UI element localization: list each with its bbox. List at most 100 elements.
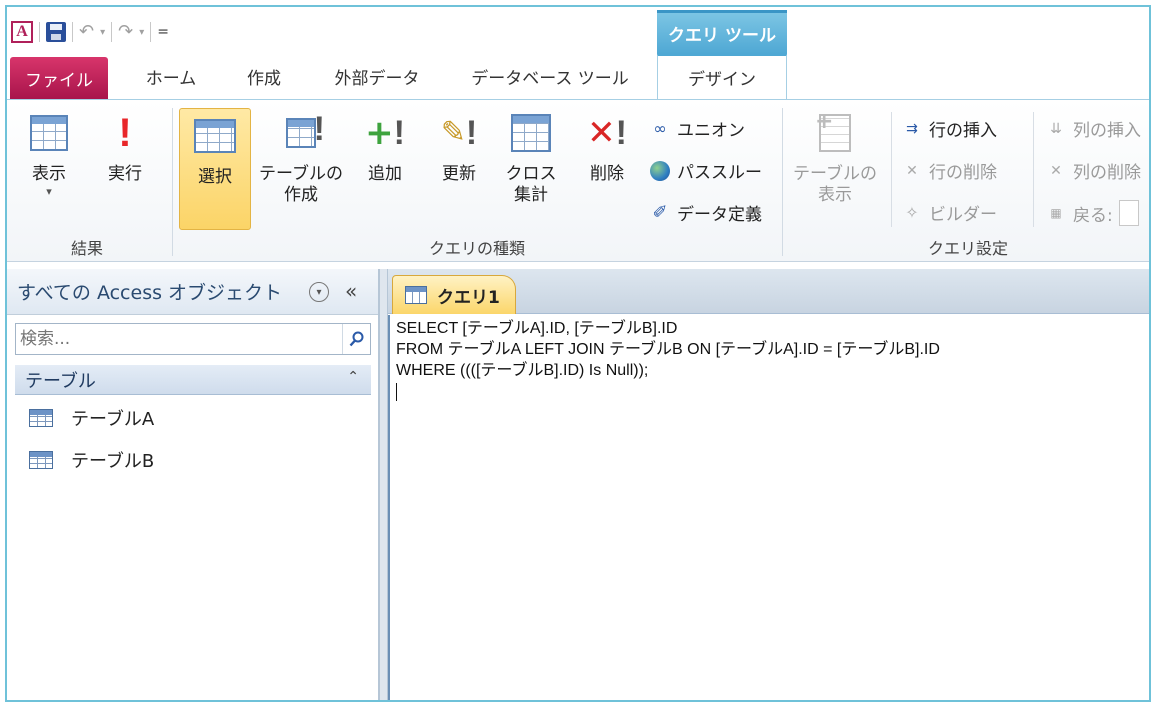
document-area: クエリ1 SELECT [テーブルA].ID, [テーブルB].ID FROM … xyxy=(388,269,1149,700)
query-icon xyxy=(405,286,427,304)
category-label: テーブル xyxy=(25,370,96,392)
append-plus-icon: + xyxy=(365,112,394,153)
tab-design[interactable]: デザイン xyxy=(657,54,787,99)
insert-columns-icon: ⇊ xyxy=(1050,120,1062,137)
make-table-button[interactable]: ! テーブルの 作成 xyxy=(255,108,347,207)
union-icon: ∞ xyxy=(653,119,667,138)
navigation-pane: すべての Access オブジェクト ▾ « テーブル ⌃ テーブルA テーブル… xyxy=(7,269,379,700)
show-table-label-2: 表示 xyxy=(818,185,852,206)
return-control[interactable]: ▦ 戻る: xyxy=(1045,200,1139,226)
nav-pane-header[interactable]: すべての Access オブジェクト ▾ « xyxy=(7,269,378,315)
view-dropdown-icon: ▾ xyxy=(46,185,52,199)
table-icon xyxy=(29,451,53,469)
delete-rows-icon: ✕ xyxy=(906,162,918,179)
crosstab-label-1: クロス xyxy=(505,164,557,184)
group-label-query-setup: クエリ設定 xyxy=(927,239,1008,258)
ribbon: 表示 ▾ ! 実行 結果 選択 ! テーブルの 作成 + ! 追加 ✎ ! 更新… xyxy=(7,99,1149,262)
union-label: ユニオン xyxy=(677,121,745,141)
setup-separator xyxy=(891,112,892,227)
make-table-label-2: 作成 xyxy=(284,185,318,206)
insert-columns-label: 列の挿入 xyxy=(1073,121,1141,141)
group-query-setup: + テーブルの 表示 ⇉ 行の挿入 ✕ 行の削除 ✧ ビルダー ⇊ 列の挿入 ✕… xyxy=(783,100,1149,262)
search-icon[interactable] xyxy=(342,324,370,354)
pane-splitter[interactable] xyxy=(379,269,388,700)
query-tools-context-header: クエリ ツール xyxy=(657,10,787,54)
passthrough-button[interactable]: パススルー xyxy=(649,158,762,183)
insert-rows-icon: ⇉ xyxy=(906,120,918,137)
delete-query-button[interactable]: ✕ ! 削除 xyxy=(575,108,639,185)
nav-item-table-a[interactable]: テーブルA xyxy=(29,403,154,433)
data-definition-icon: ✐ xyxy=(652,202,668,223)
tab-file[interactable]: ファイル xyxy=(10,57,108,99)
delete-rows-button[interactable]: ✕ 行の削除 xyxy=(901,158,997,184)
append-button[interactable]: + ! 追加 xyxy=(353,108,417,185)
passthrough-label: パススルー xyxy=(677,163,762,183)
sql-line: SELECT [テーブルA].ID, [テーブルB].ID xyxy=(396,320,678,337)
redo-icon[interactable]: ↷ xyxy=(118,23,133,41)
group-label-results: 結果 xyxy=(70,239,103,258)
delete-rows-label: 行の削除 xyxy=(929,163,997,183)
insert-rows-label: 行の挿入 xyxy=(929,121,997,141)
delete-label: 削除 xyxy=(590,164,624,184)
union-button[interactable]: ∞ ユニオン xyxy=(649,116,745,141)
sql-line: FROM テーブルA LEFT JOIN テーブルB ON [テーブルA].ID… xyxy=(396,341,940,358)
tab-home[interactable]: ホーム xyxy=(125,54,217,99)
group-results: 表示 ▾ ! 実行 結果 xyxy=(7,100,167,262)
undo-icon[interactable]: ↶ xyxy=(79,23,94,41)
crosstab-icon xyxy=(511,114,551,152)
insert-rows-button[interactable]: ⇉ 行の挿入 xyxy=(901,116,997,142)
insert-columns-button[interactable]: ⇊ 列の挿入 xyxy=(1045,116,1141,142)
tab-database-tools[interactable]: データベース ツール xyxy=(452,54,648,99)
nav-menu-icon[interactable]: ▾ xyxy=(309,282,329,302)
nav-search-box xyxy=(15,323,371,355)
qat-separator xyxy=(111,22,113,42)
builder-wand-icon: ✧ xyxy=(905,203,919,222)
customize-qat-icon[interactable]: = xyxy=(157,24,169,40)
delete-x-icon: ✕ xyxy=(587,112,616,153)
document-tab-strip: クエリ1 xyxy=(388,269,1149,314)
nav-category-tables[interactable]: テーブル ⌃ xyxy=(15,365,371,395)
chevron-up-icon[interactable]: ⌃ xyxy=(347,369,359,385)
delete-columns-button[interactable]: ✕ 列の削除 xyxy=(1045,158,1141,184)
builder-button[interactable]: ✧ ビルダー xyxy=(901,200,997,225)
tab-external-data[interactable]: 外部データ xyxy=(313,54,441,99)
select-query-icon xyxy=(194,119,236,153)
quick-access-toolbar: A ↶ ▾ ↷ ▾ = xyxy=(11,19,169,45)
sql-line: WHERE ((([テーブルB].ID) Is Null)); xyxy=(396,362,649,379)
make-table-label-1: テーブルの xyxy=(259,164,343,184)
return-label: 戻る: xyxy=(1073,205,1113,226)
redo-dropdown-icon[interactable]: ▾ xyxy=(139,27,144,38)
access-app-icon[interactable]: A xyxy=(11,21,33,43)
tab-query1[interactable]: クエリ1 xyxy=(392,275,516,314)
update-label: 更新 xyxy=(442,164,476,184)
builder-label: ビルダー xyxy=(929,205,997,225)
delete-columns-icon: ✕ xyxy=(1050,162,1062,179)
datasheet-view-icon xyxy=(30,115,68,151)
run-button[interactable]: ! 実行 xyxy=(95,108,155,185)
nav-item-table-b[interactable]: テーブルB xyxy=(29,445,154,475)
crosstab-button[interactable]: クロス 集計 xyxy=(499,108,563,207)
nav-pane-title: すべての Access オブジェクト xyxy=(17,282,283,304)
collapse-pane-icon[interactable]: « xyxy=(345,279,357,303)
select-query-button[interactable]: 選択 xyxy=(179,108,251,230)
view-button[interactable]: 表示 ▾ xyxy=(19,108,79,199)
nav-search-input[interactable] xyxy=(16,324,342,354)
show-table-button[interactable]: + テーブルの 表示 xyxy=(789,108,881,207)
nav-item-label: テーブルA xyxy=(71,409,155,430)
qat-separator xyxy=(150,22,152,42)
save-icon[interactable] xyxy=(46,22,66,42)
run-exclamation-icon: ! xyxy=(118,111,132,155)
return-input[interactable] xyxy=(1118,200,1139,226)
query-tab-label: クエリ1 xyxy=(437,287,500,308)
access-window: A ↶ ▾ ↷ ▾ = クエリ ツール ファイル ホーム 作成 外部データ デー… xyxy=(5,5,1151,702)
text-caret xyxy=(396,383,397,401)
make-table-icon xyxy=(286,118,316,148)
ribbon-tabs: ファイル ホーム 作成 外部データ データベース ツール デザイン xyxy=(7,54,1149,99)
sql-editor[interactable]: SELECT [テーブルA].ID, [テーブルB].ID FROM テーブルA… xyxy=(388,315,1149,700)
append-label: 追加 xyxy=(368,164,402,184)
tab-create[interactable]: 作成 xyxy=(221,54,307,99)
update-button[interactable]: ✎ ! 更新 xyxy=(427,108,491,185)
undo-dropdown-icon[interactable]: ▾ xyxy=(100,27,105,38)
run-label: 実行 xyxy=(108,164,142,184)
data-definition-button[interactable]: ✐ データ定義 xyxy=(649,200,762,225)
